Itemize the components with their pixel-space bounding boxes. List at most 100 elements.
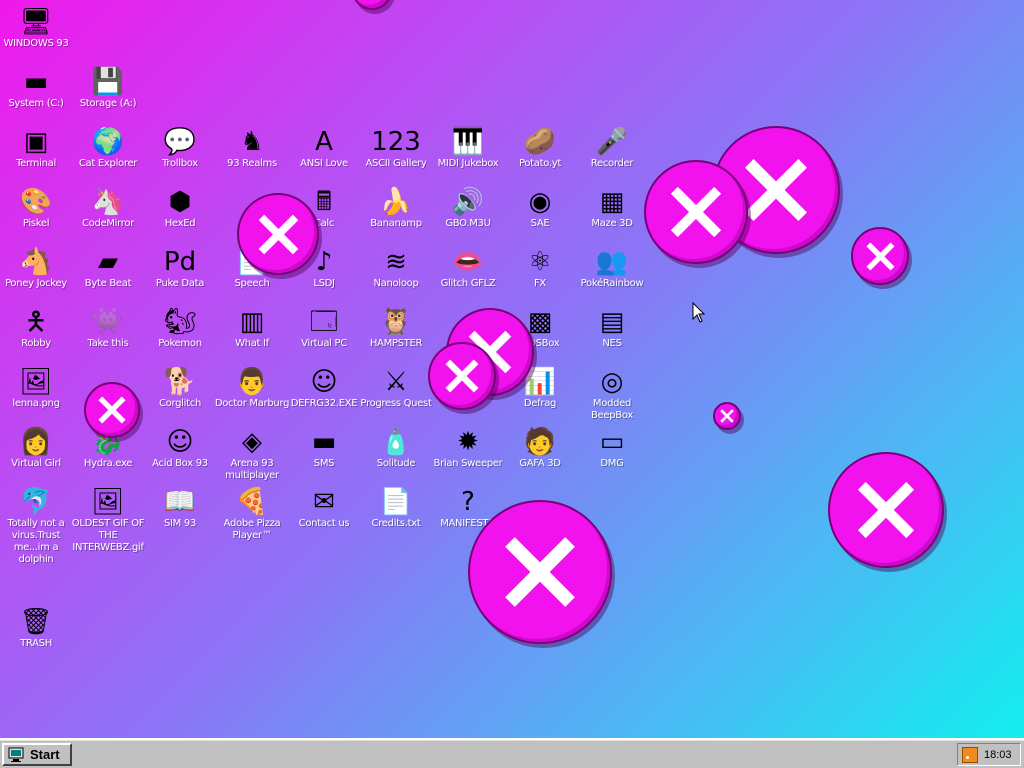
desktop-icon[interactable]: 👾 Take this — [72, 304, 144, 362]
desktop-icon[interactable]: 🍌 Bananamp — [360, 184, 432, 242]
desktop-icon[interactable]: 👄 Glitch GFLZ — [432, 244, 504, 302]
desktop-icon-label: ASCII Gallery — [365, 158, 427, 169]
desktop-icon-label: Totally not a virus.Trust me...im a dolp… — [7, 518, 65, 565]
desktop-icon[interactable]: ▥ What If — [216, 304, 288, 362]
desktop-icon-label: Acid Box 93 — [152, 458, 208, 469]
desktop-icon-label: Arena 93 multiplayer — [225, 458, 279, 481]
desktop-icon[interactable]: 🖥 WINDOWS 93 — [0, 4, 72, 62]
desktop-icon[interactable]: ▭ DMG — [576, 424, 648, 482]
desktop-icon[interactable]: 👥 PokéRainbow — [576, 244, 648, 302]
desktop-icon-label: Storage (A:) — [79, 98, 137, 109]
piano-icon: 🎹 — [451, 127, 485, 157]
desktop-icon-label: GAFA 3D — [519, 458, 561, 469]
desktop-icon[interactable]: ✹ Brian Sweeper — [432, 424, 504, 482]
bytebeat-icon: ▰ — [98, 247, 118, 277]
desktop-icon-label: PokéRainbow — [580, 278, 644, 289]
rss-icon[interactable] — [962, 746, 978, 763]
close-bubble[interactable] — [713, 402, 741, 430]
taskbar: Start 18:03 — [0, 738, 1024, 768]
desktop-icon-label: MIDI Jukebox — [437, 158, 499, 169]
desktop-icon[interactable]: ⬢ HexEd — [144, 184, 216, 242]
close-bubble[interactable] — [428, 342, 496, 410]
solitude-icon: 🧴 — [379, 427, 413, 457]
close-icon — [98, 396, 126, 424]
desktop-icon[interactable]: ☺ Acid Box 93 — [144, 424, 216, 482]
desktop-icon[interactable]: ▬ System (C:) — [0, 64, 72, 122]
desktop-icon-label: Puke Data — [155, 278, 205, 289]
pony-icon: 🐴 — [19, 247, 53, 277]
palette-icon: 🎨 — [19, 187, 53, 217]
close-bubble[interactable] — [851, 227, 909, 285]
desktop-icon[interactable]: Pd Puke Data — [144, 244, 216, 302]
desktop-icon[interactable]: 🯅 Robby — [0, 304, 72, 362]
desktop-icon[interactable]: ▰ Byte Beat — [72, 244, 144, 302]
desktop-icon[interactable]: 💬 Trollbox — [144, 124, 216, 182]
desktop-icon[interactable]: 🐴 Poney Jockey — [0, 244, 72, 302]
desktop-icon[interactable]: ☺ DEFRG32.EXE — [288, 364, 360, 422]
desktop-icon[interactable]: 🎨 Piskel — [0, 184, 72, 242]
cube-arena-icon: ◈ — [242, 427, 262, 457]
desktop-icon[interactable]: ▦ Maze 3D — [576, 184, 648, 242]
desktop-icon[interactable]: 🖼 OLDEST GIF OF THE INTERWEBZ.gif — [72, 484, 145, 553]
desktop-icon[interactable]: 123 ASCII Gallery — [360, 124, 432, 182]
start-label: Start — [30, 747, 60, 762]
desktop-icon[interactable]: ⚔ Progress Quest — [360, 364, 432, 422]
desktop-icon[interactable]: 💾 Storage (A:) — [72, 64, 144, 122]
desktop-icon-label: DMG — [600, 458, 624, 469]
desktop-icon-label: Terminal — [16, 158, 56, 169]
desktop-icon[interactable]: ✉ Contact us — [288, 484, 360, 542]
clock: 18:03 — [984, 748, 1012, 761]
desktop-icon[interactable]: 👨 Doctor Marburg — [215, 364, 290, 422]
desktop-icon[interactable]: ♞ 93 Realms — [216, 124, 288, 182]
desktop-icon[interactable]: 🥔 Potato.yt — [504, 124, 576, 182]
desktop-icon[interactable]: 🌍 Cat Explorer — [72, 124, 144, 182]
close-icon — [445, 359, 479, 393]
desktop-icon[interactable]: 🧑 GAFA 3D — [504, 424, 576, 482]
desktop-icon[interactable]: ▬ SMS — [288, 424, 360, 482]
desktop-icon[interactable]: ▣ Terminal — [0, 124, 72, 182]
desktop-icon[interactable]: 🦄 CodeMirror — [72, 184, 144, 242]
close-bubble[interactable] — [828, 452, 944, 568]
pokemon-icon: 🐿 — [163, 307, 197, 337]
close-bubble[interactable] — [644, 160, 748, 264]
desktop-icon-label: LSDJ — [313, 278, 335, 289]
close-bubble[interactable] — [84, 382, 140, 438]
desktop-icon[interactable]: 🗔 Virtual PC — [288, 304, 360, 362]
desktop-icon[interactable]: ≋ Nanoloop — [360, 244, 432, 302]
desktop-icon[interactable]: 👩 Virtual Girl — [0, 424, 72, 482]
desktop-icon[interactable]: 🎤 Recorder — [576, 124, 648, 182]
desktop-icon[interactable]: 🐬 Totally not a virus.Trust me...im a dol… — [0, 484, 72, 565]
desktop-icon[interactable]: ⚛ FX — [504, 244, 576, 302]
desktop-icon-label: Recorder — [590, 158, 634, 169]
close-bubble[interactable] — [237, 193, 319, 275]
desktop-icon[interactable]: ▤ NES — [576, 304, 648, 362]
desktop-icon[interactable]: A ANSI Love — [288, 124, 360, 182]
desktop-icon[interactable]: 🎹 MIDI Jukebox — [432, 124, 504, 182]
desktop-icon[interactable]: ◎ Modded BeepBox — [576, 364, 648, 422]
desktop-icon-label: Cat Explorer — [78, 158, 138, 169]
desktop-icon[interactable]: 🔊 GBO.M3U — [432, 184, 504, 242]
desktop-icon-label: Modded BeepBox — [590, 398, 633, 421]
desktop-icon[interactable]: 🧴 Solitude — [360, 424, 432, 482]
desktop-icon[interactable]: 🗑 TRASH — [0, 604, 72, 662]
desktop-icon[interactable]: 🐕 Corglitch — [144, 364, 216, 422]
desktop-icon-label: Nanoloop — [373, 278, 419, 289]
start-button[interactable]: Start — [2, 743, 72, 766]
close-icon — [670, 186, 722, 238]
desktop-icon[interactable]: ◈ Arena 93 multiplayer — [216, 424, 288, 482]
desktop-icon[interactable]: 📖 SIM 93 — [144, 484, 216, 542]
desktop-icon-label: ANSI Love — [300, 158, 348, 169]
desktop-icon[interactable]: ◉ SAE — [504, 184, 576, 242]
desktop-icon-label: FX — [533, 278, 546, 289]
close-bubble[interactable] — [468, 500, 612, 644]
desktop-icon[interactable]: 🖼 lenna.png — [0, 364, 72, 422]
desktop-icon-label: HAMPSTER — [369, 338, 423, 349]
close-icon — [720, 409, 734, 423]
desktop-icon[interactable]: 🦉 HAMPSTER — [360, 304, 432, 362]
desktop-icon[interactable]: 🐿 Pokemon — [144, 304, 216, 362]
desktop-icon[interactable]: 📄 Credits.txt — [360, 484, 432, 542]
banana-icon: 🍌 — [379, 187, 413, 217]
desktop-icon-label: Speech — [234, 278, 270, 289]
desktop-icon[interactable]: 🍕 Adobe Pizza Player™ — [216, 484, 288, 542]
ball-icon: ◉ — [528, 187, 552, 217]
